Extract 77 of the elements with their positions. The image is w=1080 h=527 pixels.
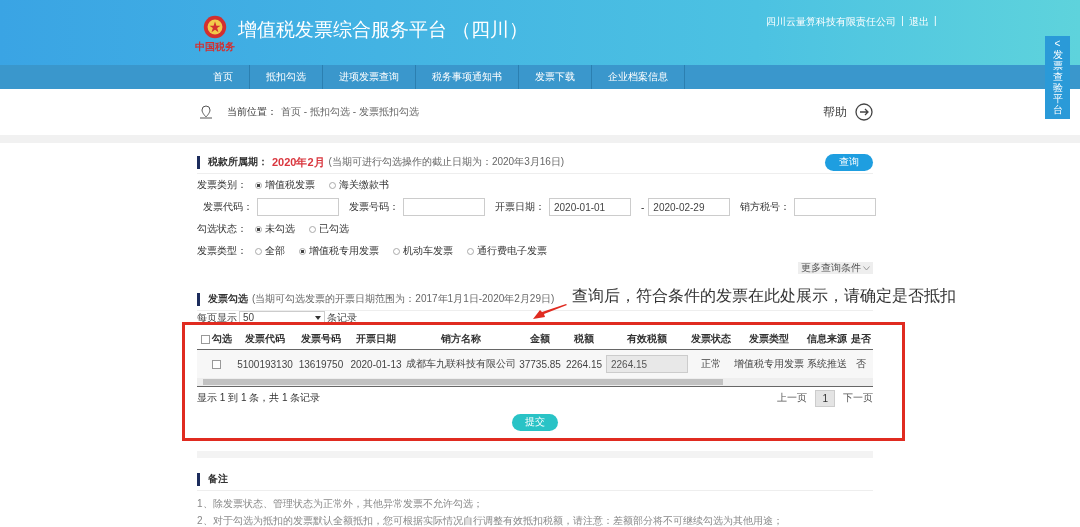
radio-option[interactable]: 海关缴款书 xyxy=(329,178,389,192)
range-note: (当期可勾选发票的开票日期范围为：2017年1月1日-2020年2月29日) xyxy=(252,292,555,306)
separator: | xyxy=(901,14,904,28)
table-cell: 成都车九联科技有限公司 xyxy=(406,357,516,371)
checkbox[interactable] xyxy=(211,359,221,369)
location-icon xyxy=(199,105,213,119)
next-page-link[interactable]: 下一页 xyxy=(843,391,873,405)
prev-page-link[interactable]: 上一页 xyxy=(777,391,808,405)
company-name: 四川云量算科技有限责任公司 xyxy=(766,14,897,29)
column-header: 销方名称 xyxy=(441,332,481,346)
input-field[interactable]: 2020-02-29 xyxy=(648,198,731,216)
caret-icon xyxy=(315,316,321,320)
arrow-right-icon[interactable] xyxy=(855,103,873,121)
note-text: 2、对于勾选为抵扣的发票默认全额抵扣，您可根据实际情况自行调整有效抵扣税额，请注意：差额部分将不可继续勾选为其他用途； xyxy=(197,514,784,527)
field-label: - xyxy=(641,201,645,213)
note-text: 1、除发票状态、管理状态为正常外，其他异常发票不允许勾选； xyxy=(197,497,484,511)
page-size-label: 每页显示 xyxy=(197,311,237,325)
filter-label: 勾选状态： xyxy=(197,222,247,236)
input-field[interactable] xyxy=(794,198,877,216)
record-summary: 显示 1 到 1 条，共 1 条记录 xyxy=(197,391,321,405)
table-cell: 增值税专用发票 xyxy=(734,357,804,371)
input-field[interactable] xyxy=(403,198,485,216)
radio-option[interactable]: 增值税专用发票 xyxy=(299,244,379,258)
table-cell: 2020-01-13 xyxy=(350,358,402,370)
table-cell: 37735.85 xyxy=(519,358,561,370)
page-number[interactable]: 1 xyxy=(815,389,835,407)
table-cell: 正常 xyxy=(701,357,721,371)
annotation-text: 查询后，符合条件的发票在此处展示，请确定是否抵扣 xyxy=(572,286,956,306)
radio-option[interactable]: 机动车发票 xyxy=(393,244,453,258)
radio-option[interactable]: 增值税发票 xyxy=(255,178,315,192)
field-label: 发票代码： xyxy=(203,200,253,214)
table-cell: 13619750 xyxy=(298,358,344,370)
input-field[interactable]: 2020-01-01 xyxy=(549,198,631,216)
checkbox[interactable] xyxy=(200,334,210,344)
column-header: 发票状态 xyxy=(691,332,731,346)
chevron-down-icon xyxy=(863,265,870,271)
radio-option[interactable]: 全部 xyxy=(255,244,285,258)
field-label: 销方税号： xyxy=(740,200,791,214)
page-size-select[interactable]: 50 xyxy=(239,311,325,325)
field-label: 开票日期： xyxy=(495,200,545,214)
filter-label: 发票类型： xyxy=(197,244,247,258)
section-title: 发票勾选 xyxy=(208,292,248,306)
input-field[interactable] xyxy=(257,198,339,216)
annotation-arrow xyxy=(532,304,568,320)
field-label: 发票号码： xyxy=(349,200,399,214)
column-header: 发票代码 xyxy=(245,332,285,346)
column-header: 税额 xyxy=(574,332,594,346)
table-cell: 否 xyxy=(856,357,866,371)
tax-input[interactable]: 2264.15 xyxy=(606,355,688,373)
column-header: 发票号码 xyxy=(301,332,341,346)
breadcrumb-label: 当前位置： xyxy=(227,105,277,119)
logo-text: 中国税务 xyxy=(195,41,235,52)
more-conditions-link[interactable]: 更多查询条件 xyxy=(798,262,873,274)
section-title: 备注 xyxy=(208,472,228,486)
column-header: 信息来源 xyxy=(807,332,847,346)
platform-title: 增值税发票综合服务平台 （四川） xyxy=(238,17,529,42)
radio-option[interactable]: 已勾选 xyxy=(309,222,349,236)
period-note: (当期可进行勾选操作的截止日期为：2020年3月16日) xyxy=(328,155,565,169)
column-header: 是否 xyxy=(851,332,871,346)
separator: | xyxy=(933,14,937,28)
horizontal-scrollbar[interactable] xyxy=(197,378,873,387)
column-header: 勾选 xyxy=(211,332,232,346)
column-header: 金额 xyxy=(530,332,550,346)
help-link[interactable]: 帮助 xyxy=(823,103,847,121)
page-size-label: 条记录 xyxy=(327,311,357,325)
period-value: 2020年2月 xyxy=(272,154,325,170)
breadcrumb-path: 首页 - 抵扣勾选 - 发票抵扣勾选 xyxy=(281,105,419,119)
filter-label: 发票类别： xyxy=(197,178,247,192)
table-cell: 5100193130 xyxy=(237,358,293,370)
column-header: 发票类型 xyxy=(749,332,789,346)
table-cell: 2264.15 xyxy=(565,358,603,370)
radio-option[interactable]: 未勾选 xyxy=(255,222,295,236)
radio-option[interactable]: 通行费电子发票 xyxy=(467,244,547,258)
table-cell: 系统推送 xyxy=(807,357,847,371)
column-header: 开票日期 xyxy=(356,332,396,346)
column-header: 有效税额 xyxy=(627,332,667,346)
section-title: 税款所属期： xyxy=(208,155,268,169)
